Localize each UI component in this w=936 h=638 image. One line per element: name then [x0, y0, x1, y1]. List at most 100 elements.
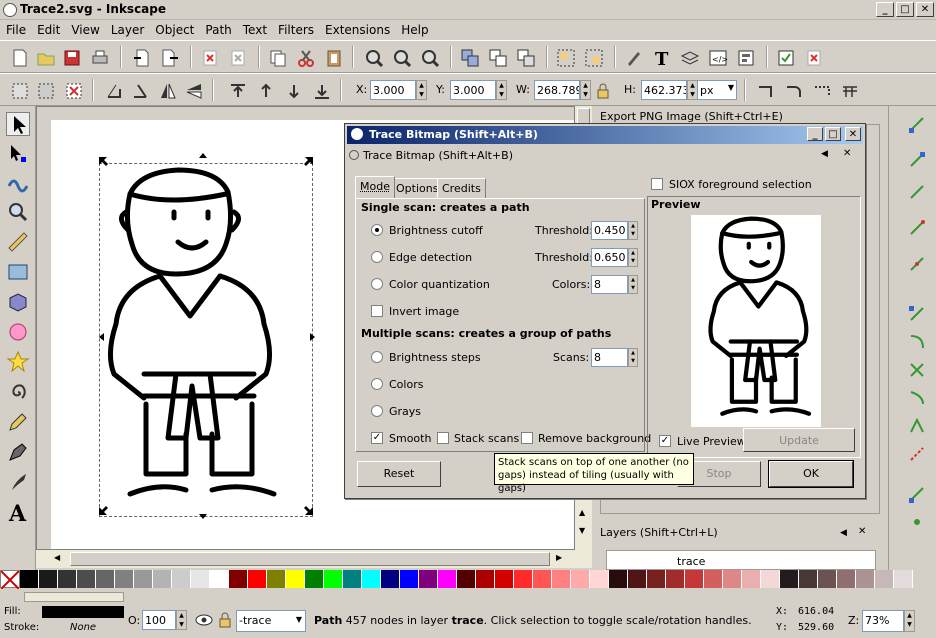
fill-stroke-icon[interactable]	[624, 48, 644, 68]
palette-swatch[interactable]	[438, 570, 457, 588]
tab-credits[interactable]: Credits	[437, 178, 486, 198]
y-spinner[interactable]: ▲ ▼	[496, 80, 507, 100]
siox-label[interactable]: SIOX foreground selection	[669, 178, 812, 191]
palette-swatch[interactable]	[96, 570, 115, 588]
menu-filters[interactable]: Filters	[272, 20, 319, 37]
layers-icon[interactable]	[680, 48, 700, 68]
transform-pattern-icon[interactable]	[840, 81, 860, 101]
w-spinner[interactable]: ▲ ▼	[580, 80, 591, 100]
palette-swatch[interactable]	[609, 570, 628, 588]
palette-swatch[interactable]	[875, 570, 894, 588]
export-icon[interactable]	[160, 48, 180, 68]
palette-swatch[interactable]	[134, 570, 153, 588]
text-font-icon[interactable]: T	[652, 48, 672, 70]
pen-tool-icon[interactable]	[6, 440, 30, 464]
document-properties-icon[interactable]	[804, 48, 824, 68]
palette-swatch[interactable]	[400, 570, 419, 588]
node-tool-icon[interactable]	[6, 142, 30, 166]
lock-icon[interactable]	[596, 83, 610, 99]
ok-button[interactable]: OK	[768, 460, 854, 488]
palette-swatch[interactable]	[286, 570, 305, 588]
tab-mode[interactable]: Mode	[355, 176, 395, 198]
edge-threshold-spinner[interactable]: ▲ ▼	[628, 248, 638, 267]
palette-swatch[interactable]	[324, 570, 343, 588]
palette-swatch[interactable]	[248, 570, 267, 588]
fill-swatch[interactable]	[42, 606, 124, 618]
remove-background-checkbox[interactable]	[521, 432, 533, 444]
palette-swatch[interactable]	[514, 570, 533, 588]
close-button[interactable]: ✕	[916, 2, 934, 17]
star-tool-icon[interactable]	[6, 350, 30, 374]
zoom-input[interactable]: 73%	[862, 610, 904, 632]
palette-swatch[interactable]	[172, 570, 191, 588]
grays-radio[interactable]	[371, 405, 383, 417]
layer-row[interactable]: trace	[606, 550, 876, 570]
palette-swatch[interactable]	[39, 570, 58, 588]
rotate-ccw-icon[interactable]	[104, 81, 124, 101]
palette-swatch[interactable]	[362, 570, 381, 588]
tweak-tool-icon[interactable]	[6, 170, 30, 194]
grays-option-label[interactable]: Grays	[389, 405, 421, 418]
snap-bbox-edge-icon[interactable]	[907, 182, 927, 202]
palette-swatch[interactable]	[590, 570, 609, 588]
no-paint-swatch[interactable]	[0, 570, 20, 589]
palette-swatch[interactable]	[761, 570, 780, 588]
snap-paths-icon[interactable]	[907, 332, 927, 352]
palette-swatch[interactable]	[552, 570, 571, 588]
palette-swatch[interactable]	[628, 570, 647, 588]
raise-to-top-icon[interactable]	[228, 81, 248, 101]
ellipse-tool-icon[interactable]	[6, 320, 30, 344]
duplicate-icon[interactable]	[460, 48, 480, 68]
copy-icon[interactable]	[268, 48, 288, 68]
snap-smooth-nodes-icon[interactable]	[907, 388, 927, 408]
export-panel-title[interactable]: Export PNG Image (Shift+Ctrl+E)	[600, 110, 870, 124]
scroll-up-icon[interactable]: ▲	[579, 508, 585, 517]
menu-path[interactable]: Path	[199, 20, 236, 37]
color-quantization-label[interactable]: Color quantization	[389, 278, 490, 291]
dialog-dock-arrow-icon[interactable]: ◀	[821, 149, 828, 159]
live-preview-checkbox[interactable]: ✓	[659, 435, 671, 447]
zoom-selection-icon[interactable]	[364, 48, 384, 68]
snap-cusp-nodes-icon[interactable]	[907, 416, 927, 436]
print-icon[interactable]	[90, 48, 110, 68]
colors-radio[interactable]	[371, 378, 383, 390]
palette-swatch[interactable]	[666, 570, 685, 588]
text-tool-icon[interactable]: A	[6, 500, 30, 527]
palette-swatch[interactable]	[799, 570, 818, 588]
lower-icon[interactable]	[284, 81, 304, 101]
edge-detection-radio[interactable]	[371, 251, 383, 263]
menu-text[interactable]: Text	[237, 20, 272, 37]
stack-scans-label[interactable]: Stack scans	[454, 432, 519, 445]
palette-swatch[interactable]	[20, 570, 39, 588]
panel-close-icon[interactable]: ✕	[858, 526, 866, 537]
layers-panel-title[interactable]: Layers (Shift+Ctrl+L)	[600, 526, 830, 542]
palette-swatch[interactable]	[742, 570, 761, 588]
brightness-cutoff-radio[interactable]	[371, 224, 383, 236]
brightness-steps-label[interactable]: Brightness steps	[389, 351, 481, 364]
zoom-page-icon[interactable]	[420, 48, 440, 68]
dialog-titlebar[interactable]: Trace Bitmap (Shift+Alt+B)	[347, 126, 863, 144]
panel-arrow-icon[interactable]: ◀	[840, 528, 847, 538]
menu-help[interactable]: Help	[395, 20, 433, 37]
lower-to-bottom-icon[interactable]	[312, 81, 332, 101]
update-button[interactable]: Update	[743, 428, 855, 452]
rotate-cw-icon[interactable]	[130, 81, 150, 101]
invert-image-checkbox[interactable]	[371, 305, 383, 317]
ungroup-icon[interactable]	[584, 48, 604, 68]
scale-stroke-icon[interactable]	[756, 81, 776, 101]
snap-guide-icon[interactable]	[907, 444, 927, 464]
remove-background-label[interactable]: Remove background	[538, 432, 651, 445]
snap-midpoint-icon[interactable]	[907, 254, 927, 274]
palette-swatch[interactable]	[210, 570, 229, 588]
palette-swatch[interactable]	[837, 570, 856, 588]
palette-swatch[interactable]	[77, 570, 96, 588]
redo-icon[interactable]	[228, 48, 248, 68]
menu-extensions[interactable]: Extensions	[319, 20, 395, 37]
palette-swatch[interactable]	[476, 570, 495, 588]
scale-corners-icon[interactable]	[784, 81, 804, 101]
dialog-panel-close-icon[interactable]: ✕	[843, 148, 851, 159]
flip-vertical-icon[interactable]	[184, 81, 204, 101]
palette-swatch[interactable]	[305, 570, 324, 588]
flip-horizontal-icon[interactable]	[158, 81, 178, 101]
palette-swatch[interactable]	[381, 570, 400, 588]
